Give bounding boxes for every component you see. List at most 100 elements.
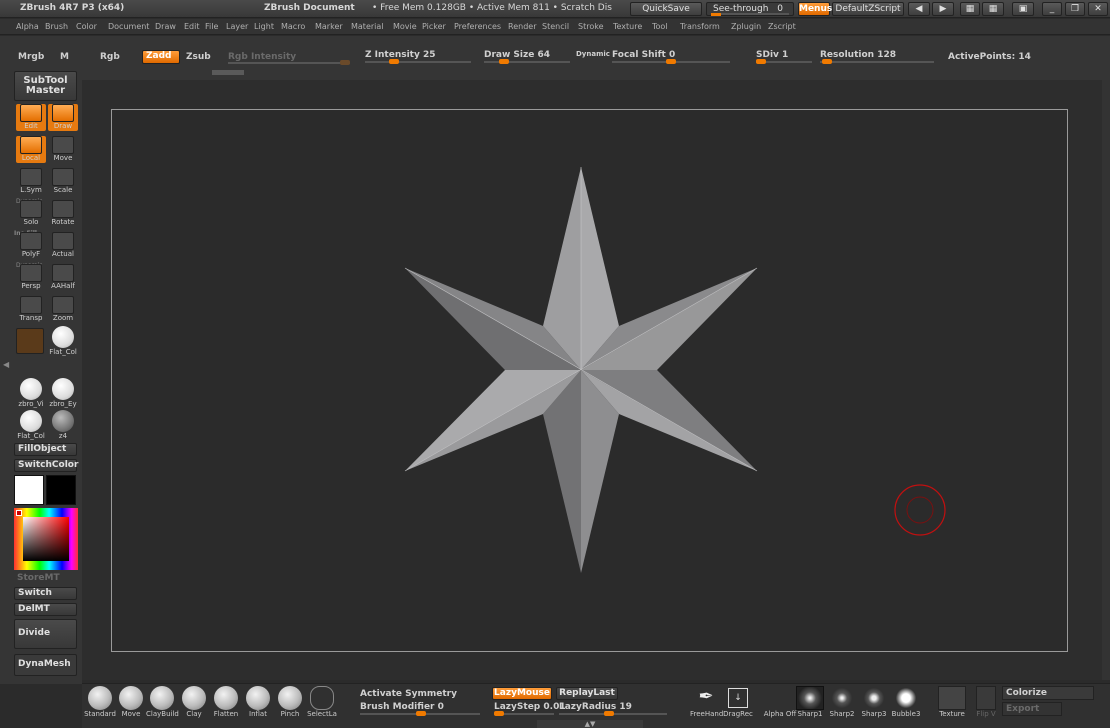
brush-move[interactable]: Move — [115, 686, 147, 718]
menu-document[interactable]: Document — [108, 22, 149, 31]
see-through-slider[interactable]: See-through 0 — [706, 2, 794, 16]
prev-layout-icon[interactable]: ◀ — [908, 2, 930, 16]
storemt-button[interactable]: StoreMT — [17, 573, 60, 583]
brush-selectlasso[interactable]: SelectLa — [306, 686, 338, 718]
mrgb-button[interactable]: Mrgb — [18, 52, 44, 62]
lazyradius-knob[interactable] — [604, 711, 614, 716]
document-canvas[interactable] — [111, 109, 1068, 652]
draw-button[interactable]: Draw — [48, 104, 78, 131]
rotate-button[interactable]: Rotate — [48, 200, 78, 227]
z-intensity-slider[interactable] — [365, 61, 471, 63]
transp-button[interactable]: Transp — [16, 296, 46, 323]
delmt-button[interactable]: DelMT — [14, 603, 77, 616]
rgb-intensity-slider[interactable] — [228, 62, 350, 64]
menu-tool[interactable]: Tool — [652, 22, 668, 31]
menu-brush[interactable]: Brush — [45, 22, 68, 31]
brush-modifier-knob[interactable] — [416, 711, 426, 716]
move-button[interactable]: Move — [48, 136, 78, 163]
layout-a-icon[interactable]: ▦ — [960, 2, 980, 16]
export-button[interactable]: Export — [1002, 702, 1062, 716]
draw-size-knob[interactable] — [499, 59, 510, 64]
lsym-button[interactable]: L.Sym — [16, 168, 46, 195]
alpha-sharp3[interactable]: Sharp3 — [858, 686, 890, 718]
color-saturation-box[interactable] — [23, 517, 69, 561]
zoom-button[interactable]: Zoom — [48, 296, 78, 323]
menu-picker[interactable]: Picker — [422, 22, 446, 31]
fillobject-button[interactable]: FillObject — [14, 443, 77, 456]
left-tray-arrow-icon[interactable]: ◀ — [3, 360, 9, 372]
divide-button[interactable]: Divide — [14, 619, 77, 649]
close-icon[interactable]: ✕ — [1088, 2, 1108, 16]
lazystep-knob[interactable] — [494, 711, 504, 716]
draw-size-slider[interactable] — [484, 61, 570, 63]
stroke-dragrect[interactable]: ↓ DragRec — [722, 686, 754, 718]
subtool-master-button[interactable]: SubTool Master — [14, 71, 77, 101]
menu-stroke[interactable]: Stroke — [578, 22, 604, 31]
secondary-color-swatch[interactable] — [46, 475, 76, 505]
colorize-button[interactable]: Colorize — [1002, 686, 1094, 700]
menu-draw[interactable]: Draw — [155, 22, 176, 31]
resolution-slider[interactable] — [820, 61, 934, 63]
color-picker[interactable] — [14, 508, 78, 570]
rgb-button[interactable]: Rgb — [100, 52, 120, 62]
menu-texture[interactable]: Texture — [613, 22, 642, 31]
switch-button[interactable]: Switch — [14, 587, 77, 600]
actual-button[interactable]: Actual — [48, 232, 78, 259]
star-model[interactable] — [112, 110, 1069, 653]
material-flat-color-1[interactable]: Flat_Col — [46, 326, 80, 356]
menu-file[interactable]: File — [205, 22, 218, 31]
menu-preferences[interactable]: Preferences — [454, 22, 501, 31]
z-intensity-knob[interactable] — [389, 59, 399, 64]
dynamic-toggle[interactable]: Dynamic — [576, 50, 610, 58]
menus-button[interactable]: Menus — [798, 2, 832, 16]
default-zscript-button[interactable]: DefaultZScript — [832, 2, 904, 16]
focal-shift-knob[interactable] — [666, 59, 676, 64]
alpha-sharp1[interactable]: Sharp1 — [794, 686, 826, 718]
menu-layer[interactable]: Layer — [226, 22, 248, 31]
switchcolor-button[interactable]: SwitchColor — [14, 459, 78, 472]
replaylast-button[interactable]: ReplayLast — [556, 687, 618, 700]
edit-button[interactable]: Edit — [16, 104, 46, 131]
polyf-button[interactable]: PolyF — [16, 232, 46, 259]
menu-transform[interactable]: Transform — [680, 22, 720, 31]
local-button[interactable]: Local — [16, 136, 46, 163]
scale-button[interactable]: Scale — [48, 168, 78, 195]
quicksave-button[interactable]: QuickSave — [630, 2, 702, 16]
persp-button[interactable]: Persp — [16, 264, 46, 291]
brush-inflate[interactable]: Inflat — [242, 686, 274, 718]
menu-color[interactable]: Color — [76, 22, 97, 31]
m-button[interactable]: M — [60, 52, 69, 62]
menu-zscript[interactable]: Zscript — [768, 22, 796, 31]
menu-movie[interactable]: Movie — [393, 22, 417, 31]
layout-b-icon[interactable]: ▦ — [982, 2, 1004, 16]
alpha-bubble3[interactable]: Bubble3 — [890, 686, 922, 718]
zadd-button[interactable]: Zadd — [142, 50, 180, 64]
alpha-sharp2[interactable]: Sharp2 — [826, 686, 858, 718]
flipv-button[interactable]: Flip V — [970, 686, 1002, 718]
brush-claybuildup[interactable]: ClayBuild — [146, 686, 179, 718]
material-zbro-ey[interactable]: zbro_Ey — [46, 378, 80, 408]
menu-stencil[interactable]: Stencil — [542, 22, 569, 31]
menu-alpha[interactable]: Alpha — [16, 22, 39, 31]
stroke-freehand[interactable]: ✒ FreeHand — [690, 686, 723, 718]
brush-clay[interactable]: Clay — [178, 686, 210, 718]
menu-zplugin[interactable]: Zplugin — [731, 22, 761, 31]
material-flat-color-2[interactable]: Flat_Col — [14, 410, 48, 440]
sdiv-knob[interactable] — [756, 59, 766, 64]
aahalf-button[interactable]: AAHalf — [48, 264, 78, 291]
menu-macro[interactable]: Macro — [281, 22, 305, 31]
menu-render[interactable]: Render — [508, 22, 536, 31]
tray-toggle-arrows-icon[interactable]: ▲▼ — [537, 720, 643, 728]
material-z4[interactable]: z4 — [46, 410, 80, 440]
solo-button[interactable]: Solo — [16, 200, 46, 227]
menu-edit[interactable]: Edit — [184, 22, 200, 31]
zsub-button[interactable]: Zsub — [186, 52, 211, 62]
menu-marker[interactable]: Marker — [315, 22, 343, 31]
resolution-knob[interactable] — [822, 59, 832, 64]
ghost-button[interactable] — [16, 328, 44, 354]
activate-symmetry-button[interactable]: Activate Symmetry — [360, 689, 457, 699]
restore-icon[interactable]: ❐ — [1065, 2, 1085, 16]
main-color-swatch[interactable] — [14, 475, 44, 505]
minimize-icon[interactable]: _ — [1042, 2, 1062, 16]
material-zbro-vi[interactable]: zbro_Vi — [14, 378, 48, 408]
